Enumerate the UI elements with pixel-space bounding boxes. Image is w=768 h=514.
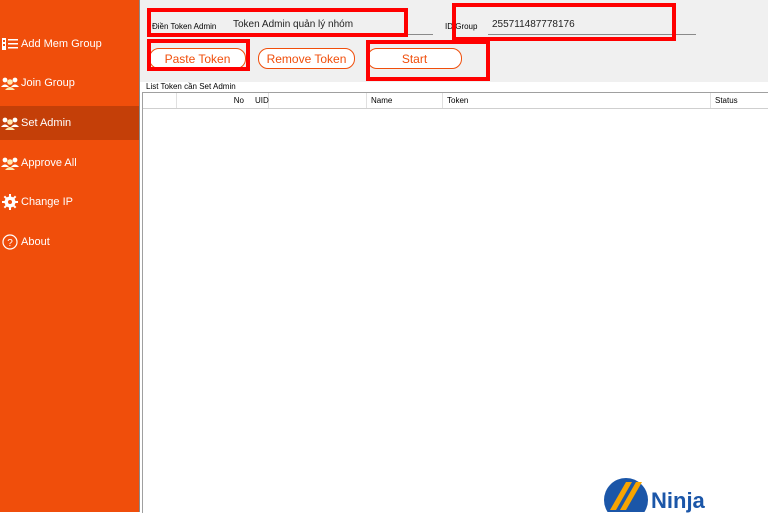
sidebar-item-label: Set Admin [21,117,72,129]
start-button[interactable]: Start [367,48,462,69]
table-header: No UID Name Token Status [143,93,768,109]
sidebar-item-change-ip[interactable]: Change IP [0,185,139,219]
column-header-uid[interactable]: UID [251,93,367,108]
group-icon [1,114,19,132]
sidebar-item-label: Change IP [21,196,73,208]
sidebar-item-label: Join Group [21,77,75,89]
group-icon [1,154,19,172]
sidebar: Add Mem Group Join Group Set Admin Appro… [0,0,139,512]
group-icon [1,74,19,92]
token-table[interactable]: No UID Name Token Status [142,92,768,513]
sidebar-item-about[interactable]: ? About [0,225,139,259]
row-header-cell [143,93,177,108]
help-circle-icon: ? [1,233,19,251]
settings-panel [139,0,768,82]
column-header-token[interactable]: Token [443,93,711,108]
token-admin-input[interactable] [229,15,433,35]
token-admin-label: Điền Token Admin [152,22,217,31]
logo-text: Ninja [651,488,705,513]
group-id-label: ID Group [445,22,478,31]
sidebar-item-label: Approve All [21,157,77,169]
sidebar-item-join-group[interactable]: Join Group [0,66,139,100]
group-id-input[interactable] [488,15,696,35]
sidebar-item-approve-all[interactable]: Approve All [0,146,139,180]
svg-text:?: ? [7,238,13,249]
gear-icon [1,193,19,211]
remove-token-button[interactable]: Remove Token [258,48,355,69]
list-icon [1,35,19,53]
list-title: List Token cần Set Admin [146,82,236,91]
sidebar-item-label: Add Mem Group [21,38,102,50]
divider [139,0,140,512]
sidebar-item-add-mem-group[interactable]: Add Mem Group [0,27,139,61]
column-header-name[interactable]: Name [367,93,443,108]
sidebar-item-set-admin[interactable]: Set Admin [0,106,139,140]
paste-token-button[interactable]: Paste Token [149,48,246,69]
column-header-status[interactable]: Status [711,93,768,108]
sidebar-item-label: About [21,236,50,248]
